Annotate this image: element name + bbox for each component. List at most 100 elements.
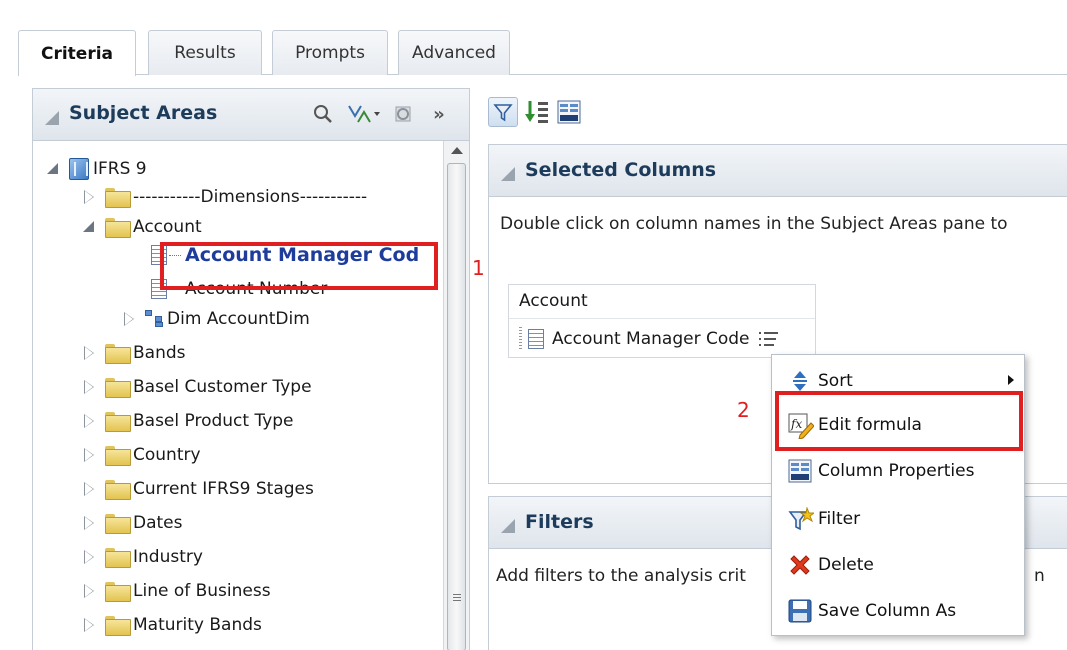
tree-item-dates[interactable]: Dates xyxy=(81,509,183,537)
sort-options-icon[interactable] xyxy=(345,102,383,126)
subject-areas-pane: Subject Areas » IFRS 9 -----------Dimens… xyxy=(32,88,470,650)
drag-handle-icon[interactable] xyxy=(519,327,522,351)
refresh-icon[interactable] xyxy=(391,102,415,126)
delete-icon xyxy=(788,553,812,577)
filter-icon xyxy=(788,506,816,531)
expand-toggle-icon[interactable] xyxy=(81,509,99,537)
tree-item-ifrs9[interactable]: IFRS 9 xyxy=(45,155,147,183)
expand-toggle-icon[interactable] xyxy=(81,213,99,241)
expand-toggle-icon[interactable] xyxy=(81,339,99,367)
expand-toggle-icon[interactable] xyxy=(81,577,99,605)
tree-item-label: Maturity Bands xyxy=(133,615,262,635)
search-icon[interactable] xyxy=(311,102,335,126)
folder-icon xyxy=(105,344,131,364)
expand-toggle-icon[interactable] xyxy=(81,407,99,435)
expand-pane-icon[interactable]: » xyxy=(427,102,451,126)
folder-icon xyxy=(105,480,131,500)
filters-hint: Add filters to the analysis crit xyxy=(496,566,746,586)
expand-toggle-icon[interactable] xyxy=(81,475,99,503)
folder-icon xyxy=(105,548,131,568)
menu-item-label: Save Column As xyxy=(818,601,957,621)
tree-scrollbar[interactable] xyxy=(443,141,469,650)
column-options-icon[interactable] xyxy=(759,330,781,348)
sort-icon[interactable] xyxy=(524,97,550,127)
tree-item-label: -----------Dimensions----------- xyxy=(133,187,368,207)
folder-icon xyxy=(105,378,131,398)
tab-advanced[interactable]: Advanced xyxy=(398,30,510,75)
subject-area-tree: IFRS 9 -----------Dimensions----------- … xyxy=(33,141,443,650)
column-properties-icon[interactable] xyxy=(556,97,582,127)
selected-columns-table: Account Account Manager Code xyxy=(508,284,816,358)
menu-item-label: Delete xyxy=(818,555,874,575)
filters-title: Filters xyxy=(525,511,594,533)
tree-item-dimensions[interactable]: -----------Dimensions----------- xyxy=(81,183,367,211)
folder-icon xyxy=(105,412,131,432)
column-properties-icon xyxy=(788,459,812,483)
expand-toggle-icon[interactable] xyxy=(81,183,99,211)
tree-item-account[interactable]: Account xyxy=(81,213,202,241)
tab-results[interactable]: Results xyxy=(148,30,262,75)
tree-item-country[interactable]: Country xyxy=(81,441,201,469)
expand-toggle-icon[interactable] xyxy=(45,155,63,183)
tree-item-label: IFRS 9 xyxy=(93,159,147,179)
subject-areas-header: Subject Areas » xyxy=(33,89,469,141)
folder-icon xyxy=(105,514,131,534)
expand-toggle-icon[interactable] xyxy=(81,543,99,571)
selected-columns-title: Selected Columns xyxy=(525,159,717,181)
tab-label: Advanced xyxy=(412,43,496,63)
annotation-number-1: 1 xyxy=(472,256,485,280)
tree-item-industry[interactable]: Industry xyxy=(81,543,203,571)
menu-item-column-properties[interactable]: Column Properties xyxy=(772,451,1024,491)
menu-item-filter[interactable]: Filter xyxy=(772,499,1024,539)
scroll-up-icon[interactable] xyxy=(451,147,463,154)
hierarchy-icon xyxy=(145,310,165,328)
filters-hint-tail: n xyxy=(1034,566,1045,586)
selected-column-item[interactable]: Account Manager Code xyxy=(509,320,815,358)
menu-item-label: Sort xyxy=(818,371,853,391)
tree-item-maturity-bands[interactable]: Maturity Bands xyxy=(81,611,262,639)
tab-criteria[interactable]: Criteria xyxy=(18,30,136,76)
tab-label: Criteria xyxy=(40,43,114,64)
expand-toggle-icon[interactable] xyxy=(81,611,99,639)
tab-label: Prompts xyxy=(295,43,365,63)
expand-toggle-icon[interactable] xyxy=(121,305,139,333)
menu-item-save-column-as[interactable]: Save Column As xyxy=(772,591,1024,631)
tree-item-current-ifrs9-stages[interactable]: Current IFRS9 Stages xyxy=(81,475,314,503)
collapse-icon[interactable] xyxy=(45,111,59,125)
scrollbar-thumb[interactable] xyxy=(447,163,466,650)
annotation-number-2: 2 xyxy=(737,398,750,422)
tree-item-bands[interactable]: Bands xyxy=(81,339,186,367)
tree-item-dim-accountdim[interactable]: Dim AccountDim xyxy=(121,305,310,333)
table-header-account: Account xyxy=(509,285,815,319)
tree-item-basel-customer-type[interactable]: Basel Customer Type xyxy=(81,373,312,401)
menu-item-label: Filter xyxy=(818,509,861,529)
tree-item-label: Account xyxy=(133,217,202,237)
folder-icon xyxy=(105,446,131,466)
tab-bar: Criteria Results Prompts Advanced xyxy=(18,30,1067,76)
collapse-icon[interactable] xyxy=(501,167,515,181)
tree-item-label: Country xyxy=(133,445,201,465)
folder-icon xyxy=(105,218,131,238)
expand-toggle-icon[interactable] xyxy=(81,441,99,469)
tree-item-basel-product-type[interactable]: Basel Product Type xyxy=(81,407,294,435)
collapse-icon[interactable] xyxy=(501,519,515,533)
menu-item-delete[interactable]: Delete xyxy=(772,545,1024,585)
tree-item-label: Dates xyxy=(133,513,183,533)
tab-prompts[interactable]: Prompts xyxy=(272,30,388,75)
tree-item-line-of-business[interactable]: Line of Business xyxy=(81,577,271,605)
annotation-box-2 xyxy=(775,391,1023,451)
expand-toggle-icon[interactable] xyxy=(81,373,99,401)
tree-item-label: Industry xyxy=(133,547,203,567)
column-icon xyxy=(528,329,544,349)
criteria-toolbar xyxy=(488,96,582,128)
subject-areas-title: Subject Areas xyxy=(69,102,218,124)
tree-item-label: Line of Business xyxy=(133,581,271,601)
annotation-box-1 xyxy=(160,242,438,290)
tab-label: Results xyxy=(174,43,236,63)
selected-columns-hint: Double click on column names in the Subj… xyxy=(500,214,1008,234)
menu-item-label: Column Properties xyxy=(818,461,975,481)
tree-item-label: Basel Customer Type xyxy=(133,377,312,397)
filter-icon[interactable] xyxy=(488,97,518,127)
tree-item-label: Current IFRS9 Stages xyxy=(133,479,314,499)
folder-icon xyxy=(105,188,131,208)
